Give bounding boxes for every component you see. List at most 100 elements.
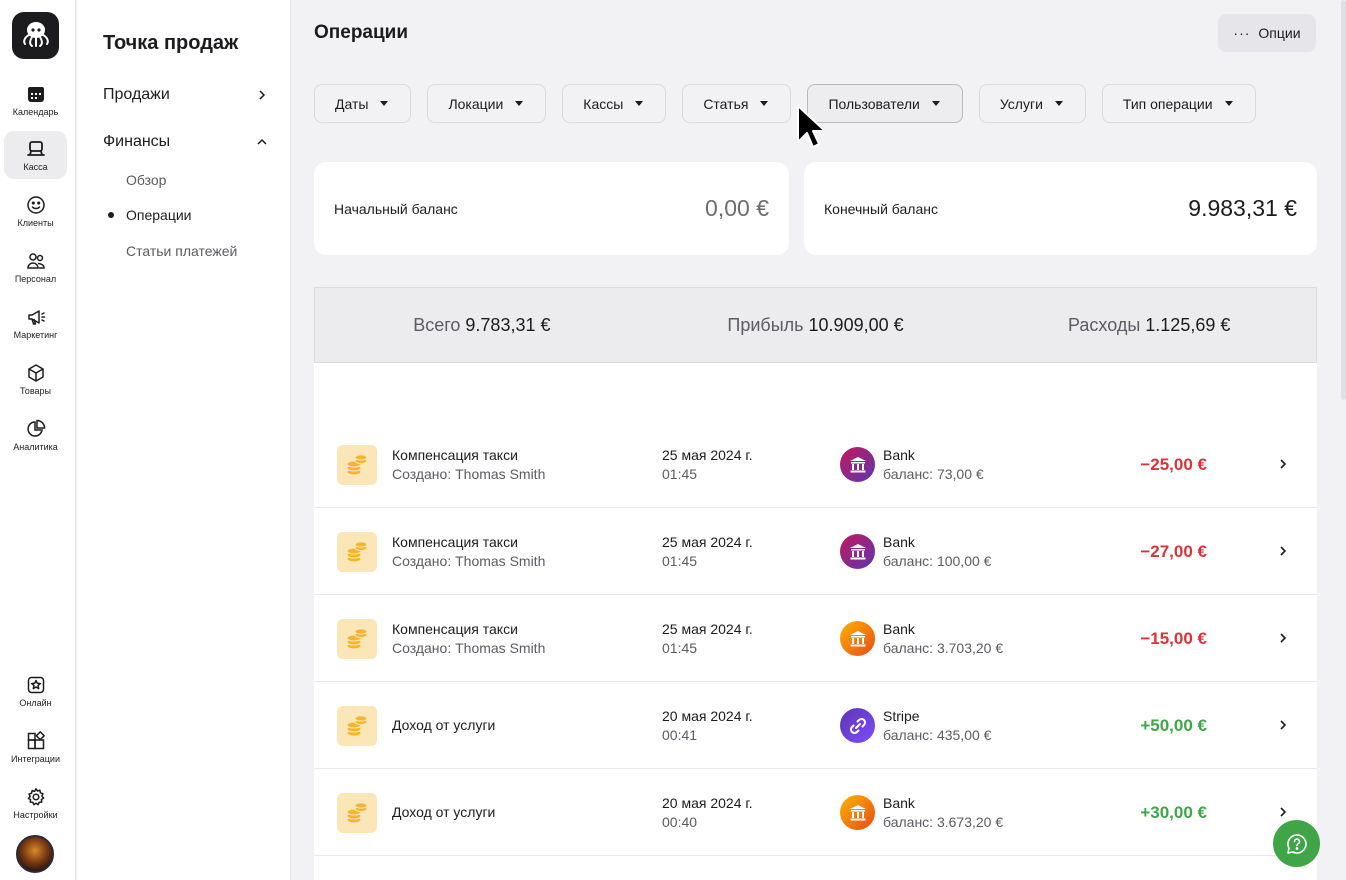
summary-bar: Всего 9.783,31 € Прибыль 10.909,00 € Рас… xyxy=(314,287,1317,363)
rail-item-staff[interactable]: Персонал xyxy=(4,243,67,291)
caret-down-icon xyxy=(1224,101,1233,106)
rail-item-calendar[interactable]: Календарь xyxy=(4,76,67,124)
rail-label: Интеграции xyxy=(11,753,60,764)
filter-label: Услуги xyxy=(999,95,1043,112)
chevron-right-icon xyxy=(1280,459,1287,469)
operation-row[interactable]: Компенсация такси Создано: Thomas Smith 25… xyxy=(314,595,1317,682)
rail-label: Онлайн xyxy=(19,697,52,708)
summary-profit-value: 10.909,00 € xyxy=(808,314,904,335)
summary-total: Всего 9.783,31 € xyxy=(315,315,649,336)
opening-balance-label: Начальный баланс xyxy=(334,200,458,217)
chevron-right-icon xyxy=(1280,720,1287,730)
caret-down-icon xyxy=(1054,101,1063,106)
operation-title: Доход от услуги xyxy=(392,717,496,733)
page-title: Операции xyxy=(314,22,409,43)
main-content: Операции ··· Опции Даты Локации Кассы Ст… xyxy=(292,0,1346,880)
rail-label: Календарь xyxy=(12,106,59,117)
gear-icon xyxy=(27,787,44,805)
operation-row[interactable]: Доход от услуги 20 мая 2024 г. 00:40 Bank ба… xyxy=(314,769,1317,856)
summary-total-label: Всего xyxy=(413,314,461,335)
rail-item-clients[interactable]: Клиенты xyxy=(4,187,67,235)
operation-creator: Создано: Thomas Smith xyxy=(392,553,546,569)
options-label: Опции xyxy=(1258,25,1301,41)
avatar[interactable] xyxy=(16,835,54,873)
filter-label: Пользователи xyxy=(828,95,920,112)
filter-operation-type[interactable]: Тип операции xyxy=(1101,84,1256,123)
box-icon xyxy=(27,363,44,382)
coins-icon xyxy=(337,619,377,659)
summary-total-value: 9.783,31 € xyxy=(465,314,551,335)
operation-row[interactable]: Доход от услуги 20 мая 2024 г. 00:41 Stripe… xyxy=(314,682,1317,769)
register-icon xyxy=(26,140,45,156)
options-button[interactable]: ··· Опции xyxy=(1218,14,1316,52)
operations-list: Компенсация такси Создано: Thomas Smith 25… xyxy=(314,363,1317,880)
help-button[interactable] xyxy=(1273,820,1320,867)
opening-balance-value: 0,00 € xyxy=(705,195,769,221)
chevron-up-icon xyxy=(257,138,267,145)
operation-title: Компенсация такси xyxy=(392,621,518,637)
megaphone-icon xyxy=(27,309,45,325)
chevron-right-icon xyxy=(1280,633,1287,643)
operation-time: 01:45 xyxy=(662,640,698,656)
filter-article[interactable]: Статья xyxy=(682,84,792,123)
rail-label: Настройки xyxy=(13,809,58,820)
filter-users[interactable]: Пользователи xyxy=(807,84,963,123)
bank-icon xyxy=(840,795,875,830)
closing-balance-card: Конечный баланс 9.983,31 € xyxy=(804,162,1317,255)
nav-item-operations[interactable]: Операции xyxy=(126,207,192,223)
chevron-right-icon xyxy=(259,90,266,100)
link-icon xyxy=(840,708,875,743)
operation-time: 01:45 xyxy=(662,466,698,482)
rail-label: Маркетинг xyxy=(13,329,58,340)
filter-services[interactable]: Услуги xyxy=(978,84,1086,123)
account-name: Bank xyxy=(883,795,915,811)
operation-row[interactable]: Компенсация такси Создано: Thomas Smith 25… xyxy=(314,421,1317,508)
section-title: Точка продаж xyxy=(103,32,239,54)
rail-item-register[interactable]: Касса xyxy=(4,131,67,179)
rail-label: Клиенты xyxy=(17,217,54,228)
nav-section-finance[interactable]: Финансы xyxy=(103,133,269,151)
filter-registers[interactable]: Кассы xyxy=(562,84,667,123)
chevron-right-icon xyxy=(1280,546,1287,556)
summary-profit: Прибыль 10.909,00 € xyxy=(649,315,983,336)
nav-section-sales[interactable]: Продажи xyxy=(103,86,269,104)
rail-item-online[interactable]: Онлайн xyxy=(4,667,67,715)
operation-title: Компенсация такси xyxy=(392,447,518,463)
rail-item-goods[interactable]: Товары xyxy=(4,355,67,403)
closing-balance-label: Конечный баланс xyxy=(824,200,938,217)
rail-item-settings[interactable]: Настройки xyxy=(4,779,67,827)
rail-item-integrations[interactable]: Интеграции xyxy=(4,723,67,771)
operation-row[interactable]: Компенсация такси Создано: Thomas Smith 25… xyxy=(314,508,1317,595)
operation-date: 20 мая 2024 г. xyxy=(662,708,753,724)
summary-expenses: Расходы 1.125,69 € xyxy=(982,315,1316,336)
account-name: Bank xyxy=(883,621,915,637)
rail-label: Касса xyxy=(23,161,48,172)
app-rail: Календарь Касса Клиенты Персонал Маркети… xyxy=(0,0,76,880)
operation-time: 00:41 xyxy=(662,727,698,743)
rail-item-analytics[interactable]: Аналитика xyxy=(4,411,67,459)
opening-balance-card: Начальный баланс 0,00 € xyxy=(314,162,789,255)
nav-item-overview[interactable]: Обзор xyxy=(126,172,166,188)
coins-icon xyxy=(337,793,377,833)
account-name: Stripe xyxy=(883,708,920,724)
operation-amount: −27,00 € xyxy=(1140,542,1207,561)
operation-amount: +30,00 € xyxy=(1140,803,1207,822)
operation-date: 20 мая 2024 г. xyxy=(662,795,753,811)
operation-date: 25 мая 2024 г. xyxy=(662,534,753,550)
pie-icon xyxy=(26,419,45,437)
nav-item-payment-articles[interactable]: Статьи платежей xyxy=(126,243,237,259)
octopus-logo-icon[interactable] xyxy=(12,12,59,59)
summary-expenses-label: Расходы xyxy=(1067,314,1141,335)
section-nav: Точка продаж Продажи Финансы Обзор Опера… xyxy=(77,0,291,880)
scrollbar[interactable] xyxy=(1341,0,1346,400)
rail-label: Аналитика xyxy=(13,441,58,452)
coins-icon xyxy=(337,706,377,746)
star-icon xyxy=(27,676,44,693)
account-balance: баланс: 3.703,20 € xyxy=(883,640,1004,656)
filter-dates[interactable]: Даты xyxy=(314,84,412,123)
operation-time: 00:40 xyxy=(662,814,698,830)
operation-amount: +50,00 € xyxy=(1140,716,1207,735)
operation-date: 25 мая 2024 г. xyxy=(662,447,753,463)
filter-locations[interactable]: Локации xyxy=(427,84,547,123)
rail-item-marketing[interactable]: Маркетинг xyxy=(4,299,67,347)
